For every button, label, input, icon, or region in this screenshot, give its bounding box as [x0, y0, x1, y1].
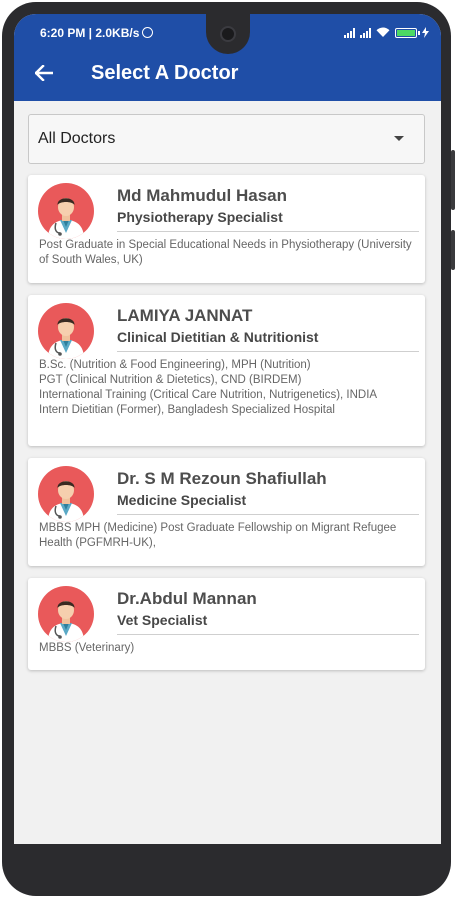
front-camera	[220, 26, 236, 42]
status-time-text: 6:20 PM | 2.0KB/s	[40, 26, 140, 40]
phone-chin	[14, 844, 441, 884]
doctor-name: Md Mahmudul Hasan	[117, 186, 288, 205]
card-divider	[117, 634, 419, 635]
doctor-avatar-icon	[38, 586, 94, 642]
status-bar: 6:20 PM | 2.0KB/s	[14, 14, 441, 54]
alarm-icon	[142, 27, 154, 38]
status-time: 6:20 PM | 2.0KB/s	[40, 26, 154, 40]
doctor-qualifications: Post Graduate in Special Educational Nee…	[39, 239, 412, 266]
battery-icon	[395, 28, 420, 38]
screen: 6:20 PM | 2.0KB/s Select A Doctor All Do…	[14, 14, 441, 844]
doctor-card[interactable]: Dr. S M Rezoun Shafiullah Medicine Specia…	[28, 458, 425, 566]
doctor-card[interactable]: Dr.Abdul Mannan Vet Specialist MBBS (Veter…	[28, 578, 425, 670]
card-divider	[117, 351, 419, 352]
wifi-icon	[376, 27, 390, 37]
signal-icon-2	[360, 28, 371, 38]
doctor-card[interactable]: Md Mahmudul Hasan Physiotherapy Specialis…	[28, 175, 425, 283]
camera-notch	[206, 14, 250, 54]
doctor-filter-dropdown[interactable]: All Doctors	[28, 114, 425, 164]
doctor-qualifications: MBBS (Veterinary)	[39, 642, 135, 654]
card-divider	[117, 231, 419, 232]
doctor-name: Dr. S M Rezoun Shafiullah	[117, 469, 327, 488]
doctor-avatar-icon	[38, 183, 94, 239]
doctor-specialty: Medicine Specialist	[117, 492, 247, 508]
doctor-qualifications: MBBS MPH (Medicine) Post Graduate Fellow…	[39, 522, 397, 549]
dropdown-selected-value: All Doctors	[38, 130, 116, 147]
page-title: Select A Doctor	[91, 62, 239, 84]
power-button	[451, 230, 455, 270]
doctor-avatar-icon	[38, 466, 94, 522]
doctor-qualifications: B.Sc. (Nutrition & Food Engineering), MP…	[39, 359, 378, 416]
doctor-specialty: Clinical Dietitian & Nutritionist	[117, 329, 319, 345]
charging-icon	[422, 27, 429, 38]
doctor-specialty: Vet Specialist	[117, 612, 208, 628]
app-bar: 6:20 PM | 2.0KB/s Select A Doctor	[14, 14, 441, 101]
dropdown-arrow-icon	[394, 136, 404, 141]
doctor-avatar-icon	[38, 303, 94, 359]
signal-icon	[344, 28, 355, 38]
status-icons	[344, 26, 429, 38]
doctor-name: Dr.Abdul Mannan	[117, 589, 257, 608]
doctor-name: LAMIYA JANNAT	[117, 306, 253, 325]
volume-button	[451, 150, 455, 210]
doctor-card[interactable]: LAMIYA JANNAT Clinical Dietitian & Nutrit…	[28, 295, 425, 446]
back-button[interactable]	[30, 59, 58, 87]
arrow-left-icon	[35, 65, 53, 81]
phone-frame: 6:20 PM | 2.0KB/s Select A Doctor All Do…	[0, 0, 455, 900]
card-divider	[117, 514, 419, 515]
doctor-specialty: Physiotherapy Specialist	[117, 209, 283, 225]
